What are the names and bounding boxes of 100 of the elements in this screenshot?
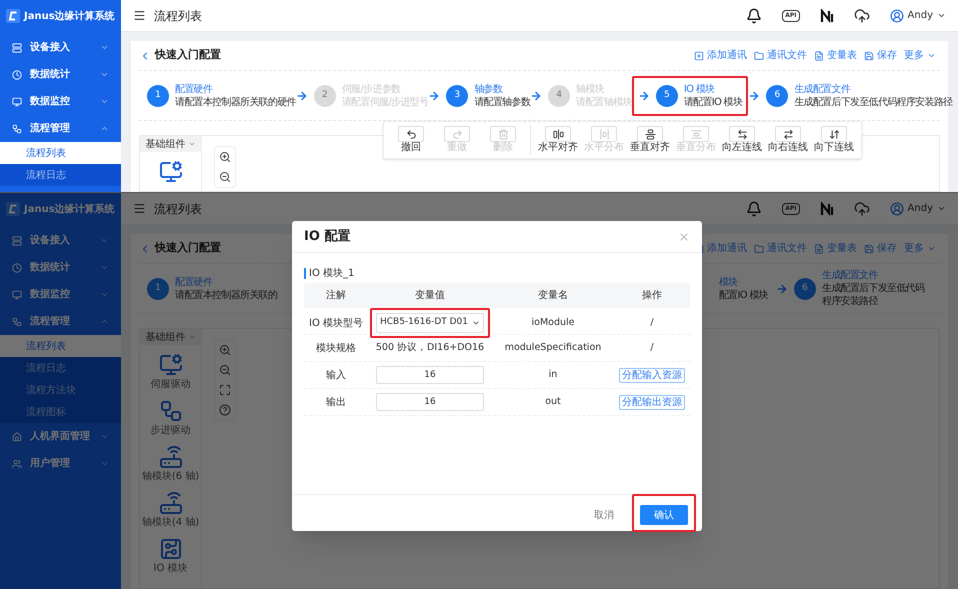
step-number[interactable]: 1 — [147, 84, 169, 106]
palette-tab[interactable]: 基础组件 — [140, 136, 201, 152]
action-link[interactable]: 更多 — [904, 48, 936, 63]
action-link[interactable]: 添加通讯 — [694, 48, 747, 63]
step-number[interactable]: 2 — [314, 84, 336, 106]
menu-item[interactable]: 数据统计 — [0, 61, 121, 88]
step-number[interactable]: 6 — [766, 84, 788, 106]
step-title: 轴参数 — [474, 82, 504, 96]
module-icon — [158, 491, 182, 515]
menu-item[interactable]: 流程管理 — [0, 115, 121, 142]
input-field[interactable]: 16 — [376, 366, 484, 384]
users-icon — [12, 458, 22, 468]
toolbar-button[interactable]: 撤回 — [390, 126, 432, 154]
step-description: 生成配置后下发至低代码程序安装路径 — [822, 282, 926, 308]
cloud-upload-icon[interactable] — [854, 8, 870, 24]
back-button[interactable]: 快速入门配置 — [139, 47, 221, 64]
toolbar-button[interactable]: 向下连线 — [813, 126, 855, 154]
user-menu[interactable]: Andy — [890, 8, 946, 23]
chevron-down-icon — [937, 11, 946, 20]
arrows-icon — [828, 128, 840, 140]
chevron-down-icon — [100, 97, 109, 106]
palette-item[interactable]: 轴模块(4 轴) — [142, 483, 200, 529]
menu-item[interactable]: 设备接入 — [0, 34, 121, 61]
page-title: 流程列表 — [154, 200, 202, 218]
flowchart-icon — [12, 124, 22, 134]
menu-icon[interactable] — [133, 9, 146, 22]
action-link[interactable]: 更多 — [904, 241, 936, 256]
app-name: Janus边缘计算系统 — [24, 10, 115, 24]
action-link[interactable]: 通讯文件 — [754, 241, 807, 256]
house-icon — [12, 432, 22, 442]
menu-item[interactable]: 数据监控 — [0, 281, 121, 308]
page-title: 流程列表 — [154, 8, 202, 24]
submenu-item[interactable]: 流程日志 — [0, 164, 121, 186]
file-icon — [814, 50, 824, 60]
trash-icon — [498, 128, 508, 140]
menu-item[interactable]: 数据监控 — [0, 88, 121, 115]
submenu-item[interactable]: 流程方法块 — [0, 379, 121, 401]
step-number[interactable]: 3 — [446, 84, 468, 106]
menu-item[interactable]: 用户管理 — [0, 450, 121, 477]
step-title: 生成配置文件 — [822, 269, 880, 282]
input-field[interactable]: 16 — [376, 393, 484, 411]
help-icon[interactable] — [219, 404, 231, 416]
select-field[interactable]: HCB5-1616-DT D01 — [376, 313, 484, 333]
menu-item[interactable]: 流程管理 — [0, 308, 121, 335]
action-link[interactable]: 保存 — [864, 48, 897, 63]
submenu-item[interactable]: 流程日志 — [0, 357, 121, 379]
save-icon — [864, 50, 874, 60]
step-description: 配置IO 模块 — [718, 288, 768, 302]
step-title: IO 模块 — [684, 82, 716, 96]
action-link[interactable]: 变量表 — [814, 48, 857, 63]
chevron-down-icon — [100, 432, 109, 441]
column-header: 注解 — [325, 288, 347, 303]
toolbar-button[interactable]: 向左连线 — [721, 126, 763, 154]
palette-tab[interactable]: 基础组件 — [140, 329, 201, 345]
zoom-out-icon[interactable] — [219, 171, 231, 183]
step-title: 生成配置文件 — [794, 82, 852, 96]
menu-item[interactable]: 人机界面管理 — [0, 423, 121, 450]
circuit-board-icon — [158, 537, 182, 561]
table-cell: 500 协议，DI16+DO16 — [376, 342, 484, 353]
toolbar-button[interactable]: 向右连线 — [767, 126, 809, 154]
menu-item[interactable]: 数据统计 — [0, 254, 121, 281]
distribute-icon — [690, 128, 702, 140]
frame-icon[interactable] — [219, 384, 231, 396]
palette-item[interactable]: 伺服驱动 — [150, 345, 190, 391]
step-number[interactable]: 1 — [147, 278, 169, 300]
app-name: Janus边缘计算系统 — [24, 202, 115, 216]
step-number[interactable]: 6 — [794, 278, 816, 300]
action-link[interactable]: 通讯文件 — [754, 48, 807, 63]
step-number[interactable]: 5 — [656, 84, 678, 106]
action-link[interactable]: 变量表 — [814, 241, 857, 256]
cancel-button[interactable]: 取消 — [590, 508, 618, 523]
n-logo-icon[interactable] — [820, 8, 834, 22]
action-link[interactable]: 保存 — [864, 241, 897, 256]
chevron-down-icon — [100, 459, 109, 468]
confirm-button[interactable]: 确认 — [640, 505, 688, 526]
submenu-item[interactable]: 流程列表 — [0, 142, 121, 164]
step-description: 请配置轴参数 — [474, 96, 530, 108]
palette-item[interactable]: 步进驱动 — [150, 391, 190, 437]
step-number[interactable]: 4 — [548, 84, 570, 106]
table-cell-text: moduleSpecification — [504, 340, 602, 355]
zoom-in-icon[interactable] — [219, 151, 231, 163]
bell-icon[interactable] — [746, 8, 762, 24]
submenu-item[interactable]: 流程列表 — [0, 335, 121, 357]
palette-item[interactable]: IO 模块 — [154, 529, 188, 575]
save-icon — [864, 244, 874, 254]
submenu-item[interactable]: 流程图标 — [0, 401, 121, 423]
chevron-down-icon — [927, 51, 936, 60]
assign-resource-button[interactable]: 分配输出资源 — [619, 394, 685, 410]
clock-icon — [12, 262, 22, 272]
palette-item[interactable]: 轴模块(6 轴) — [142, 437, 200, 483]
avatar-icon — [890, 8, 904, 22]
square-plus-icon — [694, 50, 704, 60]
table-cell-text: ioModule — [530, 316, 576, 330]
menu-item[interactable]: 设备接入 — [0, 227, 121, 254]
toolbar-button[interactable]: 垂直对齐 — [629, 126, 671, 154]
chevron-down-icon — [472, 319, 480, 327]
toolbar-button[interactable]: 水平对齐 — [537, 126, 579, 154]
back-button[interactable]: 快速入门配置 — [139, 240, 221, 257]
assign-resource-button[interactable]: 分配输入资源 — [619, 368, 685, 382]
user-menu[interactable]: Andy — [890, 201, 946, 216]
